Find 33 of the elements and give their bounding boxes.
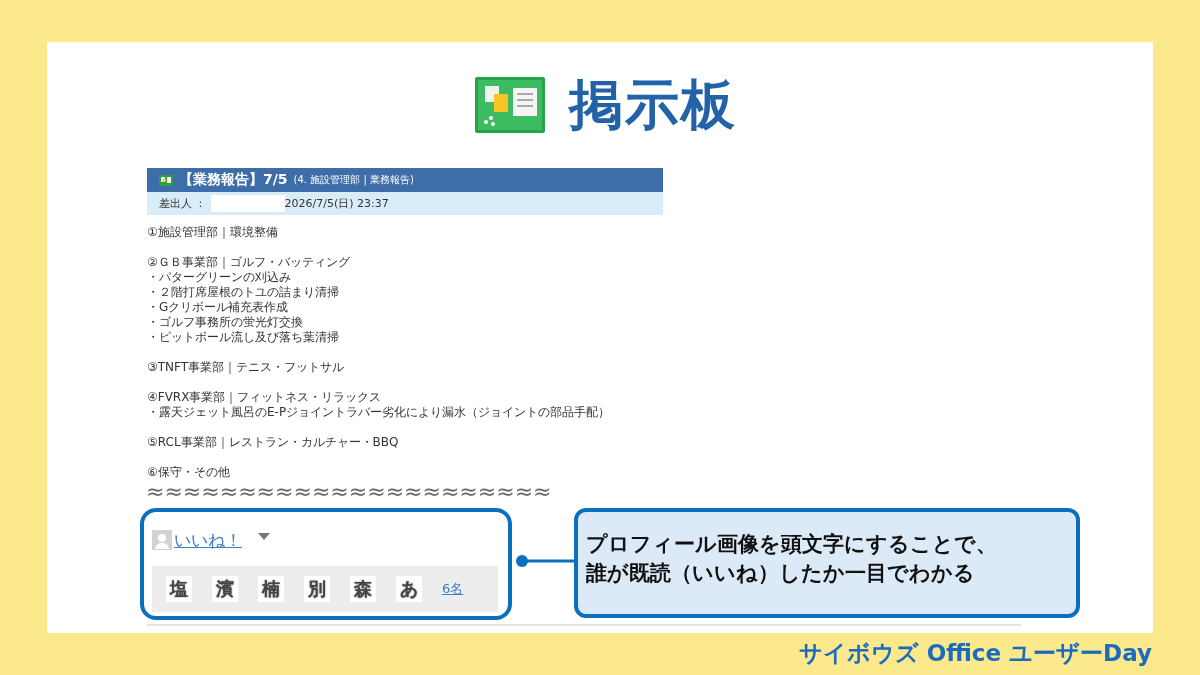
post-text: ・ゴルフ事務所の蛍光灯交換 xyxy=(147,315,304,330)
post-text: ・ピットボール流し及び落ち葉清掃 xyxy=(147,330,340,345)
post-title: 【業務報告】7/5 xyxy=(179,171,288,189)
avatar-initial: 塩 xyxy=(166,576,192,602)
event-logo-text: サイボウズ Office ユーザーDay xyxy=(798,639,1152,668)
post-category: (4. 施設管理部 | 業務報告) xyxy=(293,173,414,187)
like-link[interactable]: いいね！ xyxy=(174,528,242,552)
post-text: ④FVRX事業部｜フィットネス・リラックス xyxy=(147,390,383,405)
post-text: ⑤RCL事業部｜レストラン・カルチャー・BBQ xyxy=(147,435,400,450)
slide-title: 掲示板 xyxy=(569,71,737,138)
board-icon xyxy=(159,174,173,186)
post-text: ②ＧＢ事業部｜ゴルフ・バッティング xyxy=(147,255,351,270)
post-text: ・２階打席屋根のトユの詰まり清掃 xyxy=(147,285,340,300)
post-date: 2026/7/5(日) 23:37 xyxy=(284,196,389,211)
avatar-initial: あ xyxy=(396,576,422,602)
avatar-initial: 濱 xyxy=(212,576,238,602)
post-text: ⑥保守・その他 xyxy=(147,465,231,480)
sender-label: 差出人 ： xyxy=(159,196,207,211)
avatar-initial: 楠 xyxy=(258,576,284,602)
avatar-initial: 森 xyxy=(350,576,376,602)
post-text: ・Gクリボール補充表作成 xyxy=(147,300,290,315)
board-icon xyxy=(475,77,545,133)
avatar-icon xyxy=(152,530,172,550)
post-text: ③TNFT事業部｜テニス・フットサル xyxy=(147,360,346,375)
callout-text: プロフィール画像を頭文字にすることで、 xyxy=(586,531,998,558)
reader-count-link[interactable]: 6名 xyxy=(442,580,464,598)
avatar-initial: 別 xyxy=(304,576,330,602)
post-text: ①施設管理部｜環境整備 xyxy=(147,225,279,240)
post-text: ・露天ジェット風呂のE-Pジョイントラバー劣化により漏水（ジョイントの部品手配） xyxy=(147,405,612,420)
cut-mark: ≈≈≈≈≈≈≈≈≈≈≈≈≈≈≈≈≈≈≈≈≈≈ xyxy=(146,482,553,502)
post-text: ・パターグリーンの刈込み xyxy=(147,270,292,285)
callout-text: 誰が既読（いいね）したか一目でわかる xyxy=(586,560,976,587)
caret-icon[interactable] xyxy=(258,533,270,541)
